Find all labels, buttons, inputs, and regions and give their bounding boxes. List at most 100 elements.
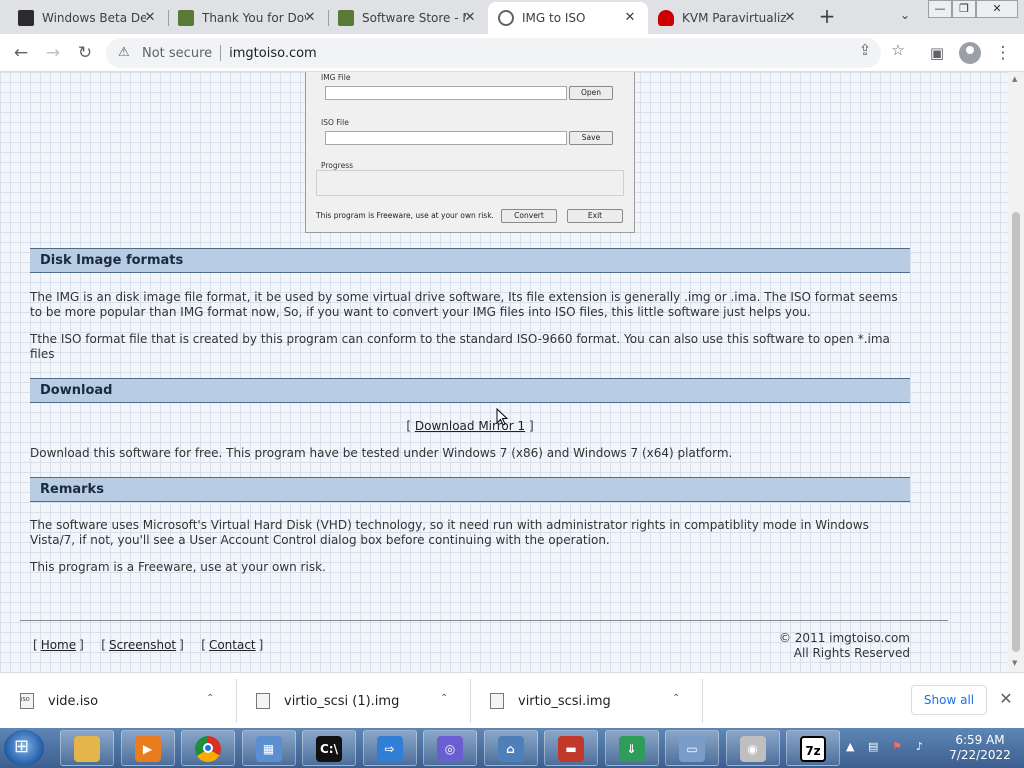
progress-label: Progress [321, 161, 354, 170]
program-screenshot: IMG File Open ISO File Save Progress Thi… [305, 72, 635, 233]
footer-divider [20, 620, 948, 621]
windows-tile-icon [18, 10, 34, 26]
tab-title: Thank You for Downloading [202, 11, 306, 25]
download-item[interactable]: vide.iso ⌃ [0, 673, 236, 729]
security-label[interactable]: Not secure [142, 46, 212, 61]
software-box-icon [178, 10, 194, 26]
footer-link-contact[interactable]: Contact [209, 638, 256, 652]
download-filename: virtio_scsi (1).img [284, 693, 400, 709]
taskbar-app-button[interactable]: ▦ [241, 730, 296, 766]
scrollbar-thumb[interactable] [1012, 212, 1020, 652]
vertical-scrollbar[interactable]: ▲ ▼ [1008, 72, 1024, 672]
profile-avatar[interactable] [959, 42, 981, 64]
chevron-up-icon[interactable]: ⌃ [206, 693, 214, 704]
action-center-flag-icon[interactable]: ⚑ [892, 740, 902, 753]
remote-desktop-icon: ⇨ [376, 736, 403, 762]
taskbar-app-button[interactable]: ⇓ [604, 730, 659, 766]
taskbar-app-button[interactable] [181, 730, 235, 766]
convert-button: Convert [501, 209, 557, 223]
scroll-down-icon[interactable]: ▼ [1012, 659, 1017, 667]
menu-icon[interactable]: ⋮ [992, 42, 1014, 64]
network-icon: ⌂ [497, 736, 524, 762]
system-tray: ▲ ▤ ⚑ ♪ 6:59 AM 7/22/2022 [844, 728, 1024, 768]
maximize-button[interactable]: ❐ [952, 0, 976, 18]
download-filename: virtio_scsi.img [518, 693, 611, 709]
tab-title: IMG to ISO [522, 11, 586, 25]
close-icon[interactable]: ✕ [462, 10, 478, 26]
close-icon[interactable]: ✕ [622, 10, 638, 26]
remarks-paragraph-1: The software uses Microsoft's Virtual Ha… [30, 518, 869, 547]
section-heading-download: Download [30, 378, 910, 403]
forward-button[interactable]: → [42, 42, 64, 64]
minimize-button[interactable]: — [928, 0, 952, 18]
side-panel-icon[interactable]: ▣ [926, 42, 948, 64]
close-icon[interactable]: ✕ [142, 10, 158, 26]
taskbar-app-button[interactable]: C:\ [302, 730, 356, 766]
clock-time: 6:59 AM [955, 733, 1005, 747]
mouse-cursor-icon [496, 408, 508, 426]
divider [220, 45, 222, 61]
download-item[interactable]: virtio_scsi (1).img ⌃ [236, 673, 470, 729]
tab-windows-beta[interactable]: Windows Beta Developer ✕ [8, 2, 168, 34]
close-icon[interactable]: ✕ [782, 10, 798, 26]
windows-taskbar: ▶ ▦ C:\ ⇨ ◎ ⌂ ▬ ⇓ ▭ ◉ 7z ▲ ▤ ⚑ ♪ 6:59 AM 7/22/2022 [0, 728, 1024, 768]
footer-nav: [Home] [Screenshot] [Contact] [33, 638, 264, 652]
taskbar-app-button[interactable] [60, 730, 114, 766]
copyright: © 2011 imgtoiso.com All Rights Reserved [779, 631, 910, 661]
globe-icon [498, 10, 514, 26]
download-filename: vide.iso [48, 693, 99, 709]
close-icon[interactable]: ✕ [302, 10, 318, 26]
taskbar-app-button[interactable]: ⌂ [483, 730, 538, 766]
network-icon[interactable]: ▤ [868, 740, 878, 753]
close-window-button[interactable]: ✕ [976, 0, 1018, 18]
tab-img-to-iso[interactable]: IMG to ISO ✕ [488, 2, 648, 34]
disc-burner-icon: ◎ [437, 736, 463, 762]
taskbar-app-button[interactable]: 7z [786, 730, 840, 766]
section-heading-remarks: Remarks [30, 477, 910, 502]
remarks-paragraph-2: This program is a Freeware, use at your … [30, 560, 326, 574]
chevron-up-icon[interactable]: ⌃ [672, 693, 680, 704]
start-button[interactable] [4, 730, 44, 766]
redhat-icon [658, 10, 674, 26]
new-tab-button[interactable]: + [816, 6, 838, 28]
scroll-up-icon[interactable]: ▲ [1012, 75, 1017, 83]
tab-thank-you[interactable]: Thank You for Downloading ✕ [168, 2, 328, 34]
save-button: Save [569, 131, 613, 145]
tab-search-button[interactable]: ⌄ [896, 8, 914, 26]
chrome-icon [195, 736, 221, 762]
tab-kvm[interactable]: KVM Paravirtualized ✕ [648, 2, 808, 34]
download-arrow-icon: ⇓ [618, 736, 645, 762]
taskbar-app-button[interactable]: ⇨ [362, 730, 417, 766]
rights-line: All Rights Reserved [793, 646, 910, 660]
control-panel-icon: ▦ [255, 736, 282, 762]
download-mirror-link[interactable]: Download Mirror 1 [415, 419, 525, 433]
footer-link-screenshot[interactable]: Screenshot [109, 638, 176, 652]
bookmark-star-icon[interactable]: ☆ [889, 41, 907, 59]
footer-link-home[interactable]: Home [41, 638, 76, 652]
chevron-up-icon[interactable]: ⌃ [440, 693, 448, 704]
close-shelf-icon[interactable]: ✕ [996, 689, 1016, 708]
clock[interactable]: 6:59 AM 7/22/2022 [948, 733, 1012, 763]
exit-button: Exit [567, 209, 623, 223]
section-heading-formats: Disk Image formats [30, 248, 910, 273]
taskbar-app-button[interactable]: ◉ [725, 730, 780, 766]
taskbar-app-button[interactable]: ▬ [544, 730, 598, 766]
copyright-line: © 2011 imgtoiso.com [778, 631, 910, 645]
taskbar-app-button[interactable]: ▶ [120, 730, 175, 766]
reload-button[interactable]: ↻ [74, 42, 96, 64]
taskbar-app-button[interactable]: ◎ [423, 730, 477, 766]
back-button[interactable]: ← [10, 42, 32, 64]
drive-icon: ▭ [679, 736, 705, 762]
show-all-button[interactable]: Show all [911, 685, 987, 715]
media-player-icon: ▶ [134, 736, 161, 762]
share-icon[interactable]: ⇪ [856, 41, 874, 59]
warning-icon[interactable]: ⚠ [118, 45, 134, 61]
show-hidden-icons-icon[interactable]: ▲ [846, 740, 854, 753]
taskbar-app-button[interactable]: ▭ [665, 730, 719, 766]
toolbox-icon: ▬ [558, 736, 584, 762]
volume-icon[interactable]: ♪ [916, 740, 923, 753]
url-text[interactable]: imgtoiso.com [229, 46, 317, 61]
tab-software-store[interactable]: Software Store - Microsoft ✕ [328, 2, 488, 34]
address-bar[interactable]: ⚠ Not secure imgtoiso.com [106, 38, 881, 68]
download-item[interactable]: virtio_scsi.img ⌃ [470, 673, 702, 729]
